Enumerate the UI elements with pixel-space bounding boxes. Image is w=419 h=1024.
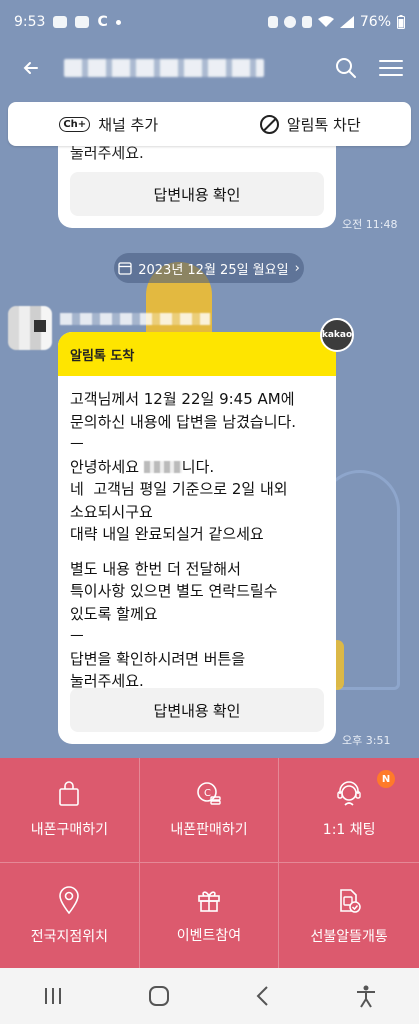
mute-icon (301, 16, 312, 28)
menu-label: 1:1 채팅 (322, 822, 376, 838)
date-divider-label: 2023년 12월 25일 월요일 (138, 262, 289, 278)
system-navigation-bar (0, 968, 419, 1024)
message-line: ㅡ (70, 435, 84, 453)
block-alimtalk-label: 알림톡 차단 (286, 115, 361, 134)
menu-label: 선불알뜰개통 (310, 928, 388, 945)
menu-label: 이벤트참여 (176, 927, 242, 944)
message-body: 고객님께서 12월 22일 9:45 AM에 문의하신 내용에 답변을 남겼습니… (58, 376, 336, 693)
menu-event[interactable]: 이벤트참여 (140, 863, 280, 968)
sender-name-redacted (60, 313, 210, 325)
channel-action-bar: Ch+ 채널 추가 알림톡 차단 (8, 102, 411, 146)
status-time: 9:53 (14, 14, 46, 30)
sim-check-icon (340, 888, 361, 913)
carrier-icon: C (97, 14, 108, 30)
message-line: 답변을 확인하시려면 버튼을 (70, 649, 246, 668)
message-line: 소요되시구요 (70, 502, 153, 521)
map-pin-icon (59, 885, 80, 914)
back-icon[interactable] (255, 985, 271, 1007)
shopping-bag-icon (59, 781, 80, 806)
previous-answer-confirm-button[interactable]: 답변내용 확인 (70, 172, 324, 216)
new-badge: N (377, 770, 395, 788)
message-line: 별도 내용 한번 더 전달해서 (70, 559, 241, 578)
sender-avatar-mark (34, 320, 46, 332)
menu-icon[interactable] (379, 58, 403, 78)
home-icon[interactable] (148, 985, 170, 1007)
menu-label: 내폰구매하기 (30, 822, 108, 838)
coin-stack-icon: C (197, 782, 221, 805)
menu-label: 전국지점위치 (30, 928, 108, 945)
greeting-suffix: 니다. (181, 457, 215, 476)
date-divider[interactable]: 2023년 12월 25일 월요일 › (114, 253, 304, 283)
block-alimtalk-button[interactable]: 알림톡 차단 (210, 114, 412, 135)
status-bar: 9:53 C 76% (0, 0, 419, 44)
back-arrow-icon[interactable] (16, 58, 46, 78)
message-line: 안녕하세요 니다. (70, 456, 324, 479)
menu-label: 내폰판매하기 (170, 822, 248, 838)
lock-icon (267, 16, 278, 28)
more-notifications-icon (115, 19, 121, 25)
people-notification-icon (75, 16, 90, 28)
kakao-badge: kakao (320, 318, 354, 352)
menu-sell-phone[interactable]: C 내폰판매하기 (139, 758, 280, 863)
calendar-icon (118, 262, 132, 275)
svg-text:C: C (204, 788, 211, 799)
alimtalk-message-bubble: 알림톡 도착 고객님께서 12월 22일 9:45 AM에 문의하신 내용에 답… (58, 332, 336, 744)
add-channel-button[interactable]: Ch+ 채널 추가 (8, 114, 210, 135)
previous-message-time: 오전 11:48 (342, 218, 398, 231)
chat-header (0, 44, 419, 92)
message-line: 있도록 할께요 (70, 604, 158, 623)
block-icon (259, 114, 279, 134)
previous-message-bubble: 눌러주세요. 답변내용 확인 (58, 132, 336, 228)
battery-percent: 76% (359, 14, 391, 30)
chevron-right-icon: › (294, 260, 300, 276)
menu-prepaid-activation[interactable]: 선불알뜰개통 (279, 863, 419, 968)
wifi-icon (317, 16, 334, 27)
chat-title-redacted (64, 59, 264, 77)
greeting-text: 안녕하세요 (70, 457, 144, 476)
accessibility-icon[interactable] (355, 984, 377, 1008)
recent-apps-icon[interactable] (42, 986, 64, 1006)
message-line: 특이사항 있으면 별도 연락드릴수 (70, 582, 278, 600)
battery-icon (397, 15, 405, 29)
message-line: 고객님께서 12월 22일 9:45 AM에 (70, 390, 295, 408)
message-line: ㅡ (70, 627, 84, 645)
bottom-menu: 내폰구매하기 C 내폰판매하기 N 1:1 채팅 전국지점위치 이벤트참여 선불… (0, 758, 419, 968)
message-line: 대략 내일 완료되실거 같으세요 (70, 525, 264, 543)
message-time: 오후 3:51 (342, 734, 391, 747)
talk-notification-icon (53, 16, 68, 28)
menu-store-location[interactable]: 전국지점위치 (0, 863, 140, 968)
search-icon[interactable] (335, 57, 357, 79)
alimtalk-header: 알림톡 도착 (58, 332, 336, 376)
menu-chat[interactable]: N 1:1 채팅 (279, 758, 419, 863)
headset-agent-icon (337, 781, 361, 806)
gift-icon (198, 890, 220, 912)
answer-confirm-button[interactable]: 답변내용 확인 (70, 688, 324, 732)
message-line: 문의하신 내용에 답변을 남겼습니다. (70, 412, 297, 431)
add-channel-label: 채널 추가 (98, 115, 159, 134)
channel-add-icon: Ch+ (59, 116, 91, 132)
alarm-icon (283, 16, 296, 28)
signal-icon (339, 16, 354, 28)
agent-name-redacted (143, 461, 182, 473)
menu-buy-phone[interactable]: 내폰구매하기 (0, 758, 140, 863)
message-line: 네 고객님 평일 기준으로 2일 내외 (70, 480, 288, 498)
